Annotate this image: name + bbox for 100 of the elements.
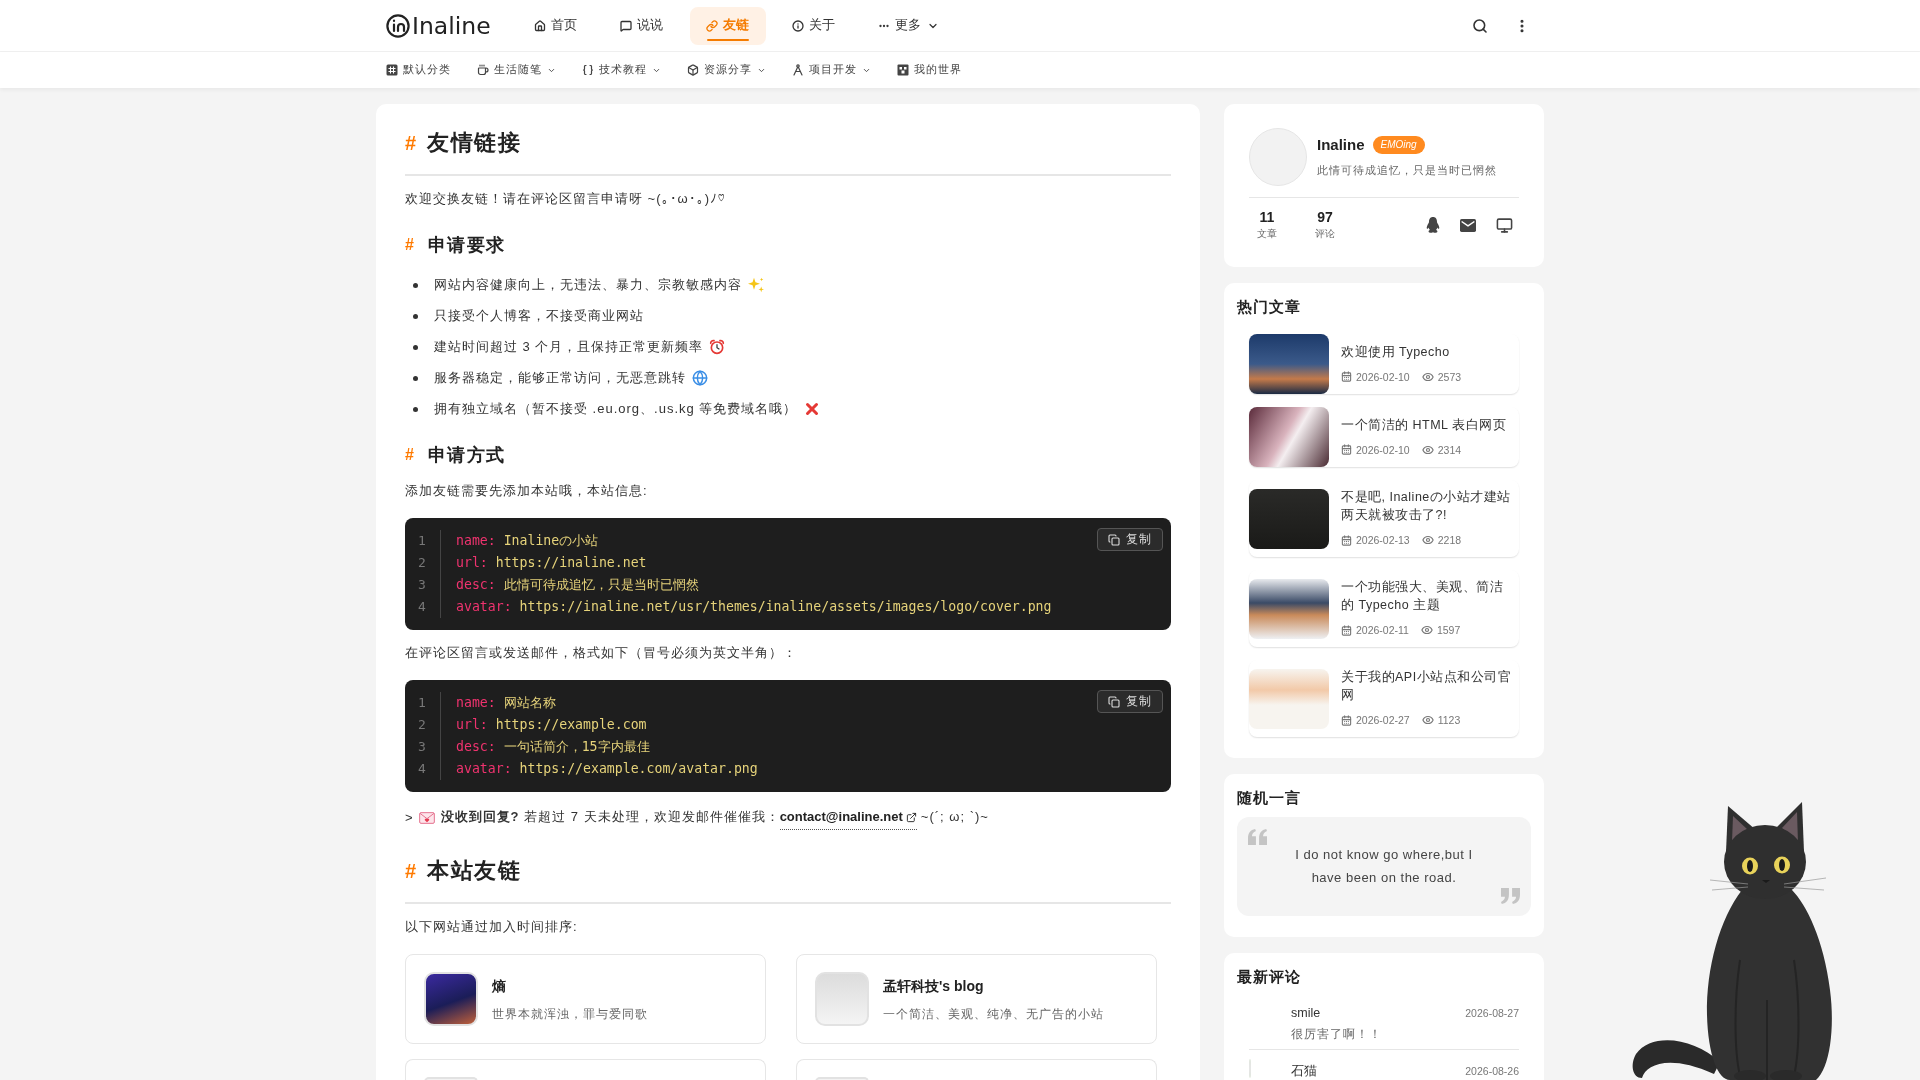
copy-icon [1108,533,1120,546]
view-count: 2573 [1437,369,1462,385]
section-heading: 申请要求 [427,234,506,257]
love-letter-icon [418,811,435,825]
monitor-icon[interactable] [1496,216,1513,234]
stat-label: 文章 [1257,227,1277,241]
code-line: name: 网站名称 [456,694,557,712]
view-count: 1123 [1437,713,1461,728]
article-item[interactable]: 一个功能强大、美观、简洁的 Typecho 主题 2026-02-11 1597 [1249,570,1519,647]
eye-icon [1421,370,1434,383]
line-number: 4 [417,598,427,616]
category-link[interactable]: 技术教程 [582,63,661,77]
code-line: desc: 此情可待成追忆，只是当时已惘然 [456,576,700,594]
nav-tab[interactable]: 关于 [775,6,852,45]
profile-motto: 此情可待成追忆，只是当时已惘然 [1317,163,1497,178]
info-icon [791,19,804,32]
alarm-clock-icon [709,339,726,355]
copy-button[interactable]: 复制 [1097,690,1163,713]
chat-icon [619,19,632,32]
article-title: 不是吧, Inalineの小站才建站两天就被攻击了?! [1341,489,1512,524]
category-link[interactable]: 生活随笔 [477,63,556,77]
penguin-icon[interactable] [1426,217,1440,233]
calendar-icon [1341,534,1352,546]
paragraph: 欢迎交换友链！请在评论区留言申请呀 ~(｡･ω･｡)ﾉ♡ [405,190,727,208]
friend-link-card[interactable]: 孟轩科技's blog 一个简洁、美观、纯净、无广告的小站 [796,954,1157,1044]
section-heading: 申请方式 [427,444,506,467]
external-link-icon [905,811,917,823]
profile-name: Inaline [1317,135,1365,155]
list-item-text: 建站时间超过 3 个月，且保持正常更新频率 [434,338,704,356]
category-link[interactable]: 资源分享 [687,63,766,77]
copy-icon [1108,695,1120,708]
nav-tab[interactable]: 说说 [603,6,680,45]
paragraph: 以下网站通过加入时间排序: [405,918,579,936]
sparkles-icon [748,277,764,293]
article-date: 2026-02-27 [1356,713,1410,728]
article-item[interactable]: 一个简洁的 HTML 表白网页 2026-02-10 2314 [1249,407,1519,467]
braces-icon [582,64,594,76]
article-item[interactable]: 关于我的API小站点和公司官网 2026-02-27 1123 [1249,660,1519,737]
mail-icon[interactable] [1460,218,1476,232]
stat-value: 97 [1317,208,1333,226]
avatar-placeholder [424,972,478,1026]
bullet-icon [413,282,418,288]
code-line: avatar: https://example.com/avatar.png [456,760,759,778]
heading-marker: # [405,859,417,884]
calendar-icon [1341,371,1352,382]
paragraph: 在评论区留言或发送邮件，格式如下（冒号必须为英文半角）： [405,644,798,662]
search-icon [1472,17,1488,34]
site-name: 孟轩科技's blog [883,976,985,996]
copy-button[interactable]: 复制 [1097,528,1163,551]
note-text: 没收到回复? 若超过 7 天未处理，欢迎发邮件催催我：contact@inaline.net ~(´; ω; `)~ [440,806,989,830]
paragraph: 添加友链需要先添加本站哦，本站信息: [405,482,649,500]
article-date: 2026-02-10 [1356,369,1410,385]
list-item-text: 拥有独立域名（暂不接受 .eu.org、.us.kg 等免费域名哦） [434,400,798,418]
comment-author: smile [1291,1005,1321,1022]
list-item-text: 只接受个人博客，不接受商业网站 [434,307,644,325]
open-quote-icon [1248,829,1267,845]
article-item[interactable]: 不是吧, Inalineの小站才建站两天就被攻击了?! 2026-02-13 2218 [1249,480,1519,557]
site-logo[interactable]: Inaline [386,11,491,40]
eye-icon [1421,443,1434,456]
comment-text: 很厉害了啊！！ [1291,1027,1383,1042]
code-line: name: Inalineの小站 [456,532,600,550]
category-link[interactable]: 我的世界 [897,63,962,77]
heading-marker: # [405,445,414,465]
bullet-icon [413,313,418,319]
link-icon [705,19,718,32]
page-heading: 本站友链 [427,857,522,885]
line-number: 2 [417,716,427,734]
bullet-icon [413,344,418,350]
bullet-icon [413,375,418,381]
globe-icon [692,370,708,386]
article-item[interactable]: 欢迎使用 Typecho 2026-02-10 2573 [1249,334,1519,394]
close-quote-icon [1501,888,1520,904]
logo-icon [386,13,410,38]
friend-link-card[interactable]: 熵 世界本就浑浊，罪与爱同歌 [405,954,766,1044]
line-number: 4 [417,760,427,778]
article-date: 2026-02-10 [1356,442,1410,458]
stat-label: 评论 [1315,227,1335,241]
eye-icon [1421,714,1434,726]
category-link[interactable]: 默认分类 [386,63,451,77]
article-title: 关于我的API小站点和公司官网 [1341,669,1513,704]
line-number: 2 [417,554,427,572]
heading-marker: # [405,235,414,255]
avatar-placeholder [815,972,869,1026]
card-title: 最新评论 [1237,967,1302,987]
site-name: 熵 [492,976,507,996]
coffee-cup-icon [477,64,489,76]
line-number: 3 [417,576,427,594]
list-item-text: 服务器稳定，能够正常访问，无恶意跳转 [434,369,686,387]
code-line: desc: 一句话简介，15字内最佳 [456,738,651,756]
article-title: 一个简洁的 HTML 表白网页 [1341,416,1507,434]
eye-icon [1421,534,1434,546]
article-date: 2026-02-11 [1356,623,1409,638]
comment-date: 2026-08-27 [1465,1006,1519,1021]
category-link[interactable]: 项目开发 [792,63,871,77]
nav-tab[interactable]: 更多 [861,6,955,45]
line-number: 3 [417,738,427,756]
email-link[interactable]: contact@inaline.net [779,808,917,830]
card-title: 随机一言 [1237,788,1302,808]
hash-icon [386,64,398,76]
nav-tab[interactable]: 首页 [517,6,594,45]
